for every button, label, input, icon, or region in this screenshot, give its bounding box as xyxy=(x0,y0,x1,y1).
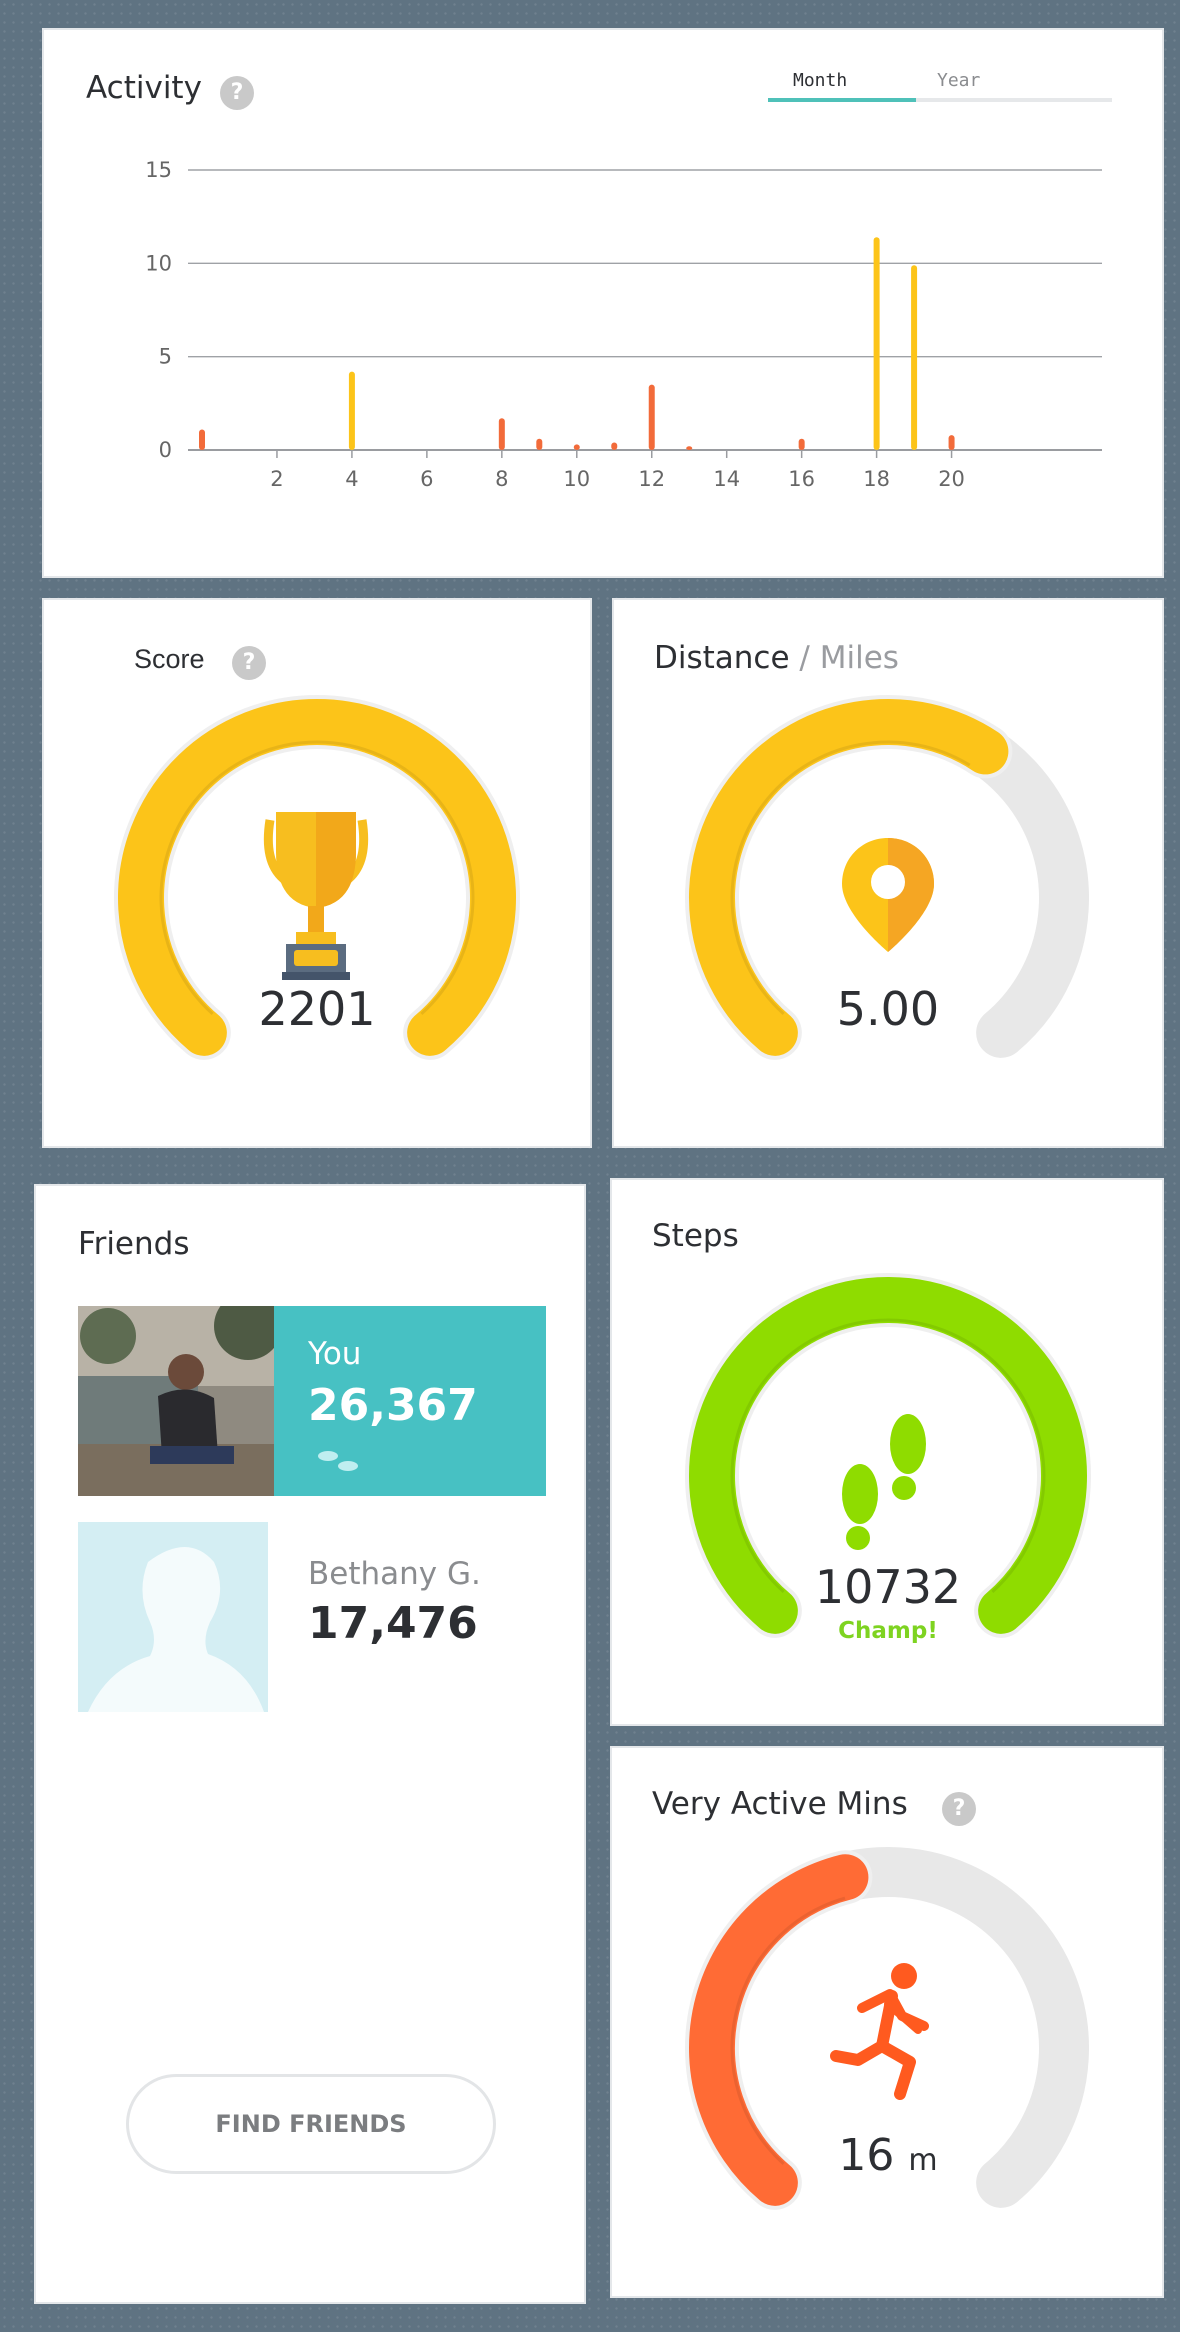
chart-bar xyxy=(648,384,655,450)
x-tick-label: 8 xyxy=(495,467,508,491)
x-tick-label: 20 xyxy=(938,467,965,491)
x-tick-label: 12 xyxy=(638,467,665,491)
y-tick-label: 5 xyxy=(159,345,172,369)
friend-steps: 17,476 xyxy=(308,1598,478,1649)
chart-bar xyxy=(798,438,805,450)
friend-steps: 26,367 xyxy=(308,1380,478,1431)
chart-bar xyxy=(199,429,205,450)
steps-card: Steps 10732 Champ! xyxy=(610,1178,1164,1726)
very-active-mins-card: Very Active Mins ? 16 m xyxy=(610,1746,1164,2298)
very-active-unit: m xyxy=(908,2143,938,2178)
friends-title: Friends xyxy=(78,1226,190,1262)
friend-row-bethany[interactable]: Bethany G. 17,476 xyxy=(78,1522,546,1712)
steps-status-label: Champ! xyxy=(838,1618,938,1644)
y-tick-label: 0 xyxy=(159,438,172,462)
chart-bar xyxy=(686,446,693,450)
chart-bar xyxy=(948,435,955,450)
activity-chart: 0 5 10 15 2 4 6 8 10 12 14 16 18 20 xyxy=(145,158,1102,491)
steps-value: 10732 xyxy=(814,1560,962,1614)
chart-bar xyxy=(498,418,505,450)
x-tick-label: 4 xyxy=(345,467,358,491)
chart-bar xyxy=(573,444,580,450)
x-tick-label: 6 xyxy=(420,467,433,491)
chart-bar xyxy=(536,438,543,450)
footprints-icon xyxy=(842,1414,926,1550)
chart-bar xyxy=(873,237,880,450)
distance-gauge xyxy=(685,695,1089,1060)
footprints-icon xyxy=(318,1451,358,1471)
chart-bar xyxy=(611,442,618,450)
x-tick-label: 2 xyxy=(270,467,283,491)
friend-name: You xyxy=(308,1336,362,1372)
very-active-number: 16 xyxy=(838,2130,895,2181)
distance-value: 5.00 xyxy=(836,982,940,1036)
x-tick-label: 14 xyxy=(713,467,740,491)
very-active-gauge xyxy=(685,1847,1089,2210)
y-tick-label: 15 xyxy=(145,158,172,182)
location-pin-icon xyxy=(842,838,934,952)
chart-bar xyxy=(911,265,918,450)
trophy-icon xyxy=(263,812,369,980)
avatar-placeholder xyxy=(78,1522,268,1712)
very-active-value: 16 m xyxy=(738,2130,1038,2181)
friends-card: Friends You 26,367 Bethany G. 17,476 FIN… xyxy=(34,1184,586,2304)
x-tick-label: 16 xyxy=(788,467,815,491)
avatar xyxy=(78,1306,274,1496)
find-friends-button[interactable]: FIND FRIENDS xyxy=(126,2074,496,2174)
chart-bar xyxy=(348,371,355,450)
x-tick-label: 18 xyxy=(863,467,890,491)
y-tick-label: 10 xyxy=(145,251,172,275)
score-card: Score ? 2201 xyxy=(42,598,592,1148)
x-tick-label: 10 xyxy=(563,467,590,491)
score-value: 2201 xyxy=(258,982,376,1036)
running-person-icon xyxy=(830,1963,929,2100)
friend-name: Bethany G. xyxy=(308,1556,481,1592)
friend-row-you[interactable]: You 26,367 xyxy=(78,1306,546,1496)
score-gauge xyxy=(114,695,520,1060)
distance-card: Distance / Miles 5.00 xyxy=(612,598,1164,1148)
activity-card: Activity ? Month Year 0 5 10 15 2 4 6 8 10 12 14 16… xyxy=(42,28,1164,578)
